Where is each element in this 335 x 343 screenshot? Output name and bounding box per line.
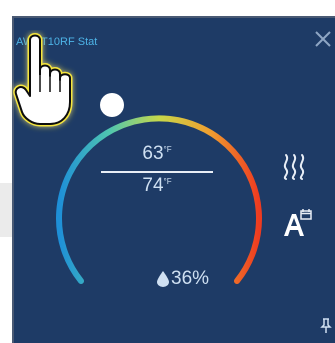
heat-setpoint[interactable]: 63°F — [117, 143, 197, 165]
auto-schedule-icon[interactable] — [282, 208, 312, 238]
water-drop-icon — [157, 271, 169, 287]
heat-icon[interactable] — [281, 153, 311, 181]
setpoint-divider — [101, 171, 213, 173]
dial-handle — [100, 93, 124, 117]
heat-setpoint-value: 63 — [142, 143, 164, 164]
cool-setpoint-value: 74 — [142, 175, 164, 196]
humidity-value: 36% — [171, 268, 210, 289]
heat-setpoint-unit: °F — [163, 145, 172, 154]
pin-icon[interactable] — [319, 318, 333, 334]
cool-setpoint[interactable]: 74°F — [117, 175, 197, 197]
humidity-readout: 36% — [157, 268, 209, 290]
screenshot-frame: AWRT10RF Stat 63°F 74°F 36% — [0, 0, 335, 343]
hand-pointer-icon — [13, 33, 73, 127]
cool-setpoint-unit: °F — [163, 177, 172, 186]
